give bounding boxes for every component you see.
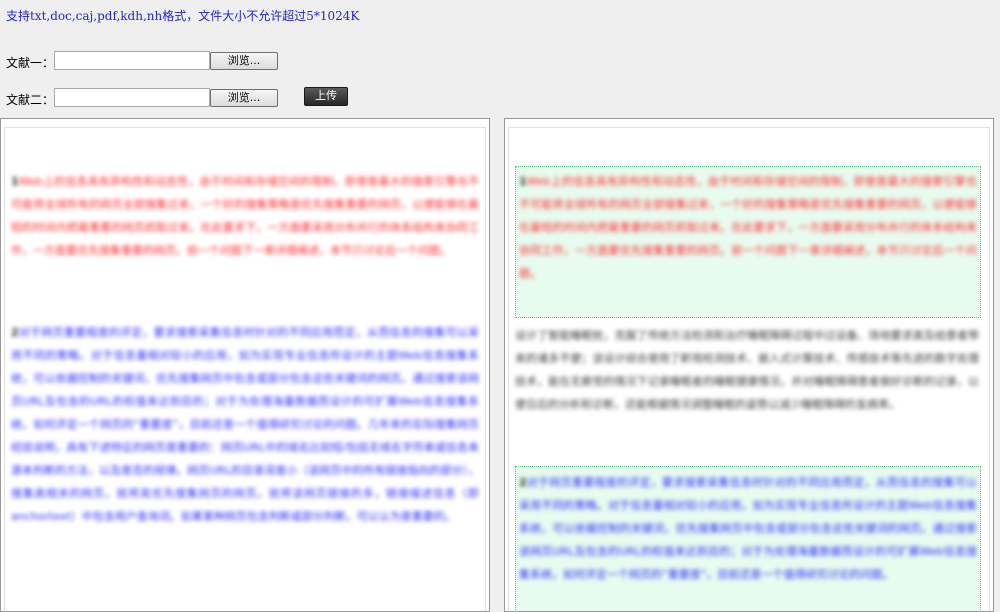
doc2-file-input[interactable] [54,88,210,107]
doc1-file-input[interactable] [54,51,210,70]
doc2-label: 文献二： [6,93,55,107]
upload-button[interactable]: 上传 [304,87,348,106]
left-paragraph-1-number: 1 [11,175,19,188]
file-format-hint: 支持txt,doc,caj,pdf,kdh,nh格式，文件大小不允许超过5*10… [6,9,360,23]
right-paragraph-middle: 设计了智能睡眠枕，克服了传统方法检测和治疗睡眠障碍过程中过设备、场地要求高及给患… [515,324,979,416]
left-document-panel[interactable]: 1Web上的信息具有异构性和动态性，由于时间和存储空间的限制，即使是最大的搜索引… [0,118,490,612]
right-paragraph-2: 2对于网页重要程度的评定，要求搜索采集信息时针对的不同应用而定，从而信息的搜集可… [519,471,977,586]
right-paragraph-middle-text: 设计了智能睡眠枕，克服了传统方法检测和治疗睡眠障碍过程中过设备、场地要求高及给患… [515,329,979,411]
doc1-label: 文献一： [6,56,55,70]
left-paragraph-1-text: Web上的信息具有异构性和动态性，由于时间和存储空间的限制，即使是最大的搜索引擎… [11,175,479,257]
right-document-panel[interactable]: 1Web上的信息具有异构性和动态性，由于时间和存储空间的限制，即使是最大的搜索引… [504,118,994,612]
right-document-page: 1Web上的信息具有异构性和动态性，由于时间和存储空间的限制，即使是最大的搜索引… [508,127,990,611]
right-paragraph-2-number: 2 [519,476,527,489]
left-document-page: 1Web上的信息具有异构性和动态性，由于时间和存储空间的限制，即使是最大的搜索引… [4,127,486,611]
left-paragraph-2-text: 对于网页重要程度的评定，要求搜索采集信息时针对的不同应用而定，从而信息的搜集可以… [11,326,479,523]
right-paragraph-1-text: Web上的信息具有异构性和动态性，由于时间和存储空间的限制，即使是最大的搜索引擎… [519,175,977,280]
left-paragraph-1: 1Web上的信息具有异构性和动态性，由于时间和存储空间的限制，即使是最大的搜索引… [11,170,479,262]
left-paragraph-2-number: 2 [11,326,19,339]
right-paragraph-1: 1Web上的信息具有异构性和动态性，由于时间和存储空间的限制，即使是最大的搜索引… [519,170,977,285]
doc1-browse-button[interactable]: 浏览... [210,52,278,70]
left-paragraph-2: 2对于网页重要程度的评定，要求搜索采集信息时针对的不同应用而定，从而信息的搜集可… [11,321,479,528]
right-paragraph-1-number: 1 [519,175,527,188]
right-paragraph-2-text: 对于网页重要程度的评定，要求搜索采集信息时针对的不同应用而定，从而信息的搜集可以… [519,476,977,581]
doc2-browse-button[interactable]: 浏览... [210,89,278,107]
